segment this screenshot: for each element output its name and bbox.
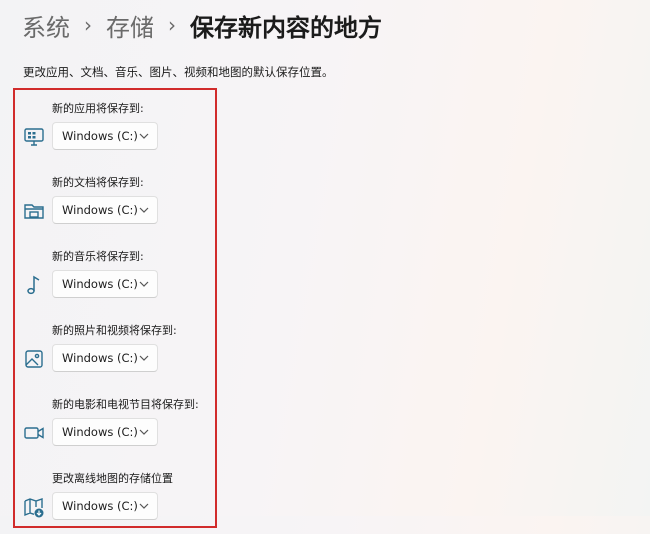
- photo-icon: [22, 347, 46, 371]
- folder-icon: [22, 199, 46, 223]
- setting-label: 新的文档将保存到:: [52, 176, 144, 189]
- video-camera-icon: [22, 421, 46, 445]
- dropdown-value: Windows (C:): [62, 499, 138, 513]
- chevron-down-icon: [139, 207, 149, 213]
- chevron-down-icon: [139, 503, 149, 509]
- music-note-icon: [22, 273, 46, 297]
- setting-new-photos-videos: 新的照片和视频将保存到: Windows (C:): [22, 322, 212, 386]
- save-location-dropdown-music[interactable]: Windows (C:): [52, 270, 158, 298]
- setting-offline-maps: 更改离线地图的存储位置 Windows (C:): [22, 470, 212, 534]
- setting-new-documents: 新的文档将保存到: Windows (C:): [22, 174, 212, 238]
- dropdown-value: Windows (C:): [62, 351, 138, 365]
- page-description: 更改应用、文档、音乐、图片、视频和地图的默认保存位置。: [23, 65, 334, 79]
- setting-new-music: 新的音乐将保存到: Windows (C:): [22, 248, 212, 312]
- breadcrumb-item-storage[interactable]: 存储: [106, 8, 154, 43]
- setting-label: 新的应用将保存到:: [52, 102, 144, 115]
- chevron-down-icon: [139, 355, 149, 361]
- breadcrumb-separator: ›: [84, 13, 92, 37]
- chevron-down-icon: [139, 281, 149, 287]
- breadcrumb: 系统 › 存储 › 保存新内容的地方: [22, 8, 382, 42]
- save-location-dropdown-movies[interactable]: Windows (C:): [52, 418, 158, 446]
- dropdown-value: Windows (C:): [62, 425, 138, 439]
- save-location-dropdown-documents[interactable]: Windows (C:): [52, 196, 158, 224]
- setting-label: 新的音乐将保存到:: [52, 250, 144, 263]
- setting-label: 新的电影和电视节目将保存到:: [52, 398, 199, 411]
- page-title: 保存新内容的地方: [190, 13, 382, 42]
- save-location-dropdown-apps[interactable]: Windows (C:): [52, 122, 158, 150]
- dropdown-value: Windows (C:): [62, 277, 138, 291]
- setting-new-movies-tv: 新的电影和电视节目将保存到: Windows (C:): [22, 396, 212, 460]
- breadcrumb-item-system[interactable]: 系统: [22, 8, 70, 43]
- setting-label: 新的照片和视频将保存到:: [52, 324, 177, 337]
- monitor-apps-icon: [22, 125, 46, 149]
- setting-label: 更改离线地图的存储位置: [52, 472, 173, 485]
- dropdown-value: Windows (C:): [62, 129, 138, 143]
- chevron-down-icon: [139, 133, 149, 139]
- save-location-dropdown-photos[interactable]: Windows (C:): [52, 344, 158, 372]
- dropdown-value: Windows (C:): [62, 203, 138, 217]
- breadcrumb-separator: ›: [168, 13, 176, 37]
- setting-new-apps: 新的应用将保存到: Windows (C:): [22, 100, 212, 164]
- chevron-down-icon: [139, 429, 149, 435]
- map-download-icon: [22, 495, 46, 519]
